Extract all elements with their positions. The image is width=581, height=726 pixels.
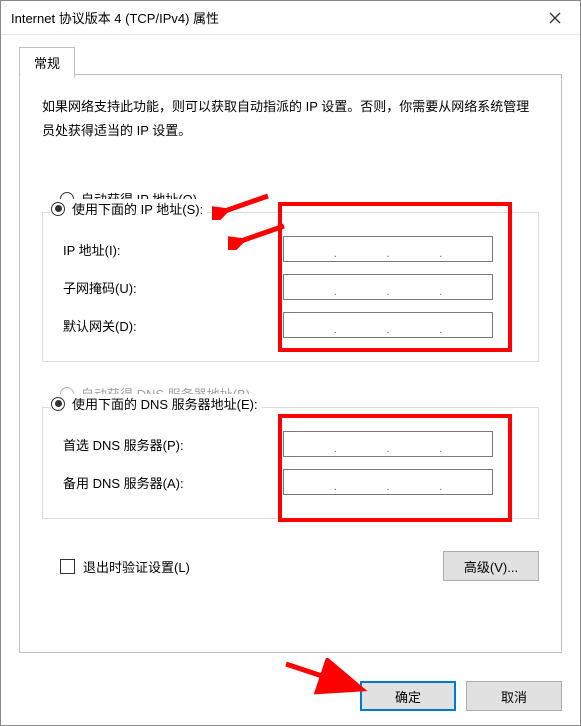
tab-panel: 如果网络支持此功能，则可以获取自动指派的 IP 设置。否则，你需要从网络系统管理…	[19, 74, 562, 653]
alternate-dns-input[interactable]: ...	[283, 469, 493, 495]
button-bar: 确定 取消	[1, 667, 580, 725]
field-preferred-dns: 首选 DNS 服务器(P): ...	[63, 428, 522, 460]
window-title: Internet 协议版本 4 (TCP/IPv4) 属性	[11, 8, 532, 27]
ip-address-label: IP 地址(I):	[63, 240, 283, 259]
subnet-label: 子网掩码(U):	[63, 278, 283, 297]
subnet-input[interactable]: ...	[283, 274, 493, 300]
field-ip-address: IP 地址(I): ...	[63, 233, 522, 265]
preferred-dns-input[interactable]: ...	[283, 431, 493, 457]
dialog-window: Internet 协议版本 4 (TCP/IPv4) 属性 常规 如果网络支持此…	[0, 0, 581, 726]
bottom-row: 退出时验证设置(L) 高级(V)...	[42, 551, 539, 581]
description-text: 如果网络支持此功能，则可以获取自动指派的 IP 设置。否则，你需要从网络系统管理…	[42, 95, 539, 143]
ok-button[interactable]: 确定	[360, 681, 456, 711]
tab-header: 常规	[19, 47, 562, 75]
radio-manual-ip-label: 使用下面的 IP 地址(S):	[72, 199, 203, 218]
preferred-dns-label: 首选 DNS 服务器(P):	[63, 435, 283, 454]
radio-icon	[51, 397, 65, 411]
manual-dns-group: 使用下面的 DNS 服务器地址(E): 首选 DNS 服务器(P): ... 备…	[42, 407, 539, 519]
field-alternate-dns: 备用 DNS 服务器(A): ...	[63, 466, 522, 498]
advanced-button[interactable]: 高级(V)...	[443, 551, 539, 581]
radio-manual-dns[interactable]: 使用下面的 DNS 服务器地址(E):	[51, 394, 262, 413]
manual-ip-group: 使用下面的 IP 地址(S): IP 地址(I): ... 子网掩码(U): .…	[42, 212, 539, 362]
radio-icon	[51, 202, 65, 216]
field-subnet: 子网掩码(U): ...	[63, 271, 522, 303]
cancel-button[interactable]: 取消	[466, 681, 562, 711]
ip-address-input[interactable]: ...	[283, 236, 493, 262]
content-area: 常规 如果网络支持此功能，则可以获取自动指派的 IP 设置。否则，你需要从网络系…	[1, 35, 580, 667]
close-button[interactable]	[532, 3, 578, 33]
radio-manual-dns-label: 使用下面的 DNS 服务器地址(E):	[72, 394, 258, 413]
validate-label: 退出时验证设置(L)	[83, 557, 190, 576]
field-gateway: 默认网关(D): ...	[63, 309, 522, 341]
alternate-dns-label: 备用 DNS 服务器(A):	[63, 473, 283, 492]
gateway-input[interactable]: ...	[283, 312, 493, 338]
validate-checkbox[interactable]	[60, 559, 75, 574]
titlebar: Internet 协议版本 4 (TCP/IPv4) 属性	[1, 1, 580, 35]
radio-manual-ip[interactable]: 使用下面的 IP 地址(S):	[51, 199, 207, 218]
gateway-label: 默认网关(D):	[63, 316, 283, 335]
tab-general[interactable]: 常规	[19, 47, 75, 78]
